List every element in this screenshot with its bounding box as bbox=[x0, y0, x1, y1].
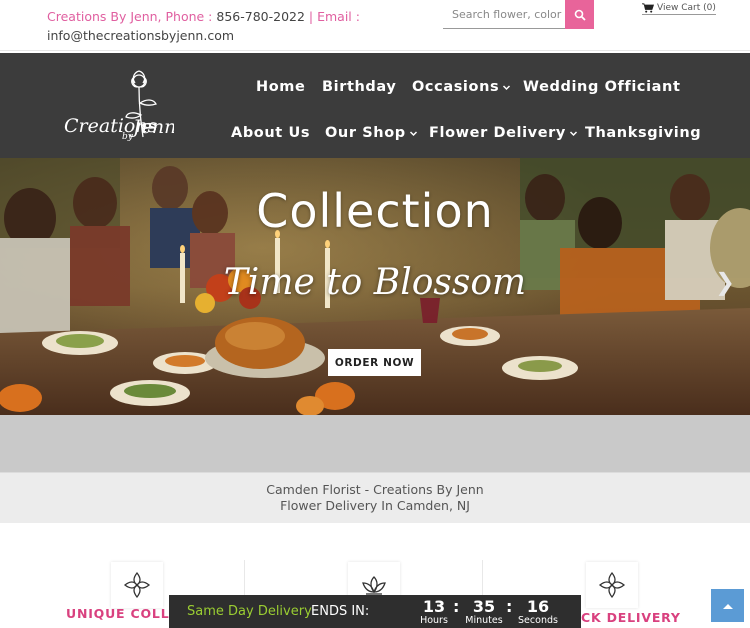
seconds-label: Seconds bbox=[518, 615, 558, 626]
minutes-label: Minutes bbox=[465, 615, 503, 626]
search-icon bbox=[574, 9, 586, 21]
nav-home-label: Home bbox=[256, 79, 306, 95]
countdown-label: Same Day Delivery bbox=[187, 604, 312, 619]
countdown-minutes: 35 bbox=[472, 597, 496, 616]
countdown-seconds: 16 bbox=[526, 597, 550, 616]
email-label: | Email : bbox=[304, 9, 360, 24]
countdown-sep: : bbox=[453, 597, 460, 616]
nav-flower-delivery-label: Flower Delivery bbox=[429, 125, 566, 141]
hero-title: Collection bbox=[256, 184, 494, 238]
flower-diamond-icon bbox=[123, 571, 151, 599]
email-link[interactable]: info@thecreationsbyjenn.com bbox=[47, 28, 234, 43]
search-input[interactable] bbox=[443, 0, 565, 29]
nav-home[interactable]: Home bbox=[256, 79, 305, 95]
same-day-countdown: Same Day Delivery ENDS IN: 13 : 35 : 16 … bbox=[169, 595, 581, 628]
nav-wedding-officiant[interactable]: Wedding Officiant bbox=[523, 79, 681, 95]
svg-text:Jenn: Jenn bbox=[129, 116, 174, 138]
order-now-button[interactable]: ORDER NOW bbox=[328, 349, 421, 376]
brand-phone-label: Creations By Jenn, Phone : bbox=[47, 9, 217, 24]
contact-info: Creations By Jenn, Phone : 856-780-2022 … bbox=[47, 7, 367, 45]
nav-occasions-label: Occasions bbox=[412, 79, 500, 95]
unique-collection-icon bbox=[111, 562, 163, 608]
countdown-hours: 13 bbox=[422, 597, 446, 616]
hero-subtitle: Time to Blossom bbox=[223, 262, 527, 303]
back-to-top-button[interactable] bbox=[711, 589, 744, 622]
nav-about-us-label: About Us bbox=[231, 125, 311, 141]
hero-banner: Collection Time to Blossom ORDER NOW ❯ bbox=[0, 158, 750, 415]
florist-info: Camden Florist - Creations By Jenn Flowe… bbox=[0, 472, 750, 523]
search-form bbox=[443, 0, 594, 29]
site-logo[interactable]: Creations by Jenn bbox=[62, 67, 176, 145]
carousel-next-icon[interactable]: ❯ bbox=[715, 268, 735, 296]
countdown-ends: ENDS IN: bbox=[311, 604, 370, 619]
search-button[interactable] bbox=[565, 0, 594, 29]
countdown-sep: : bbox=[506, 597, 513, 616]
nav-our-shop[interactable]: Our Shop bbox=[325, 125, 418, 141]
quick-delivery-title: CK DELIVERY bbox=[581, 610, 681, 625]
chevron-down-icon bbox=[503, 84, 511, 90]
nav-wedding-officiant-label: Wedding Officiant bbox=[523, 79, 681, 95]
main-nav: Creations by Jenn Home Birthday Occasion… bbox=[0, 53, 750, 158]
nav-our-shop-label: Our Shop bbox=[325, 125, 406, 141]
florist-line-2: Flower Delivery In Camden, NJ bbox=[280, 498, 470, 513]
cart-icon bbox=[642, 3, 654, 13]
top-bar: Creations By Jenn, Phone : 856-780-2022 … bbox=[0, 0, 750, 51]
quick-delivery-icon bbox=[586, 562, 638, 608]
nav-occasions[interactable]: Occasions bbox=[412, 79, 511, 95]
chevron-down-icon bbox=[409, 130, 417, 136]
nav-birthday[interactable]: Birthday bbox=[322, 79, 396, 95]
svg-text:by: by bbox=[122, 132, 134, 142]
nav-thanksgiving[interactable]: Thanksgiving bbox=[585, 125, 701, 141]
nav-birthday-label: Birthday bbox=[322, 79, 397, 95]
view-cart-link[interactable]: View Cart (0) bbox=[642, 3, 716, 15]
chevron-up-icon bbox=[722, 603, 733, 609]
nav-flower-delivery[interactable]: Flower Delivery bbox=[429, 125, 578, 141]
florist-line-1: Camden Florist - Creations By Jenn bbox=[266, 482, 484, 497]
nav-about-us[interactable]: About Us bbox=[231, 125, 310, 141]
nav-thanksgiving-label: Thanksgiving bbox=[585, 125, 702, 141]
hero-bottom-band bbox=[0, 415, 750, 472]
phone-link[interactable]: 856-780-2022 bbox=[216, 9, 305, 24]
logo-mark: Creations by Jenn bbox=[64, 70, 176, 142]
hours-label: Hours bbox=[420, 615, 448, 626]
chevron-down-icon bbox=[569, 130, 577, 136]
cart-label: View Cart (0) bbox=[657, 3, 716, 13]
flower-diamond-icon bbox=[598, 571, 626, 599]
